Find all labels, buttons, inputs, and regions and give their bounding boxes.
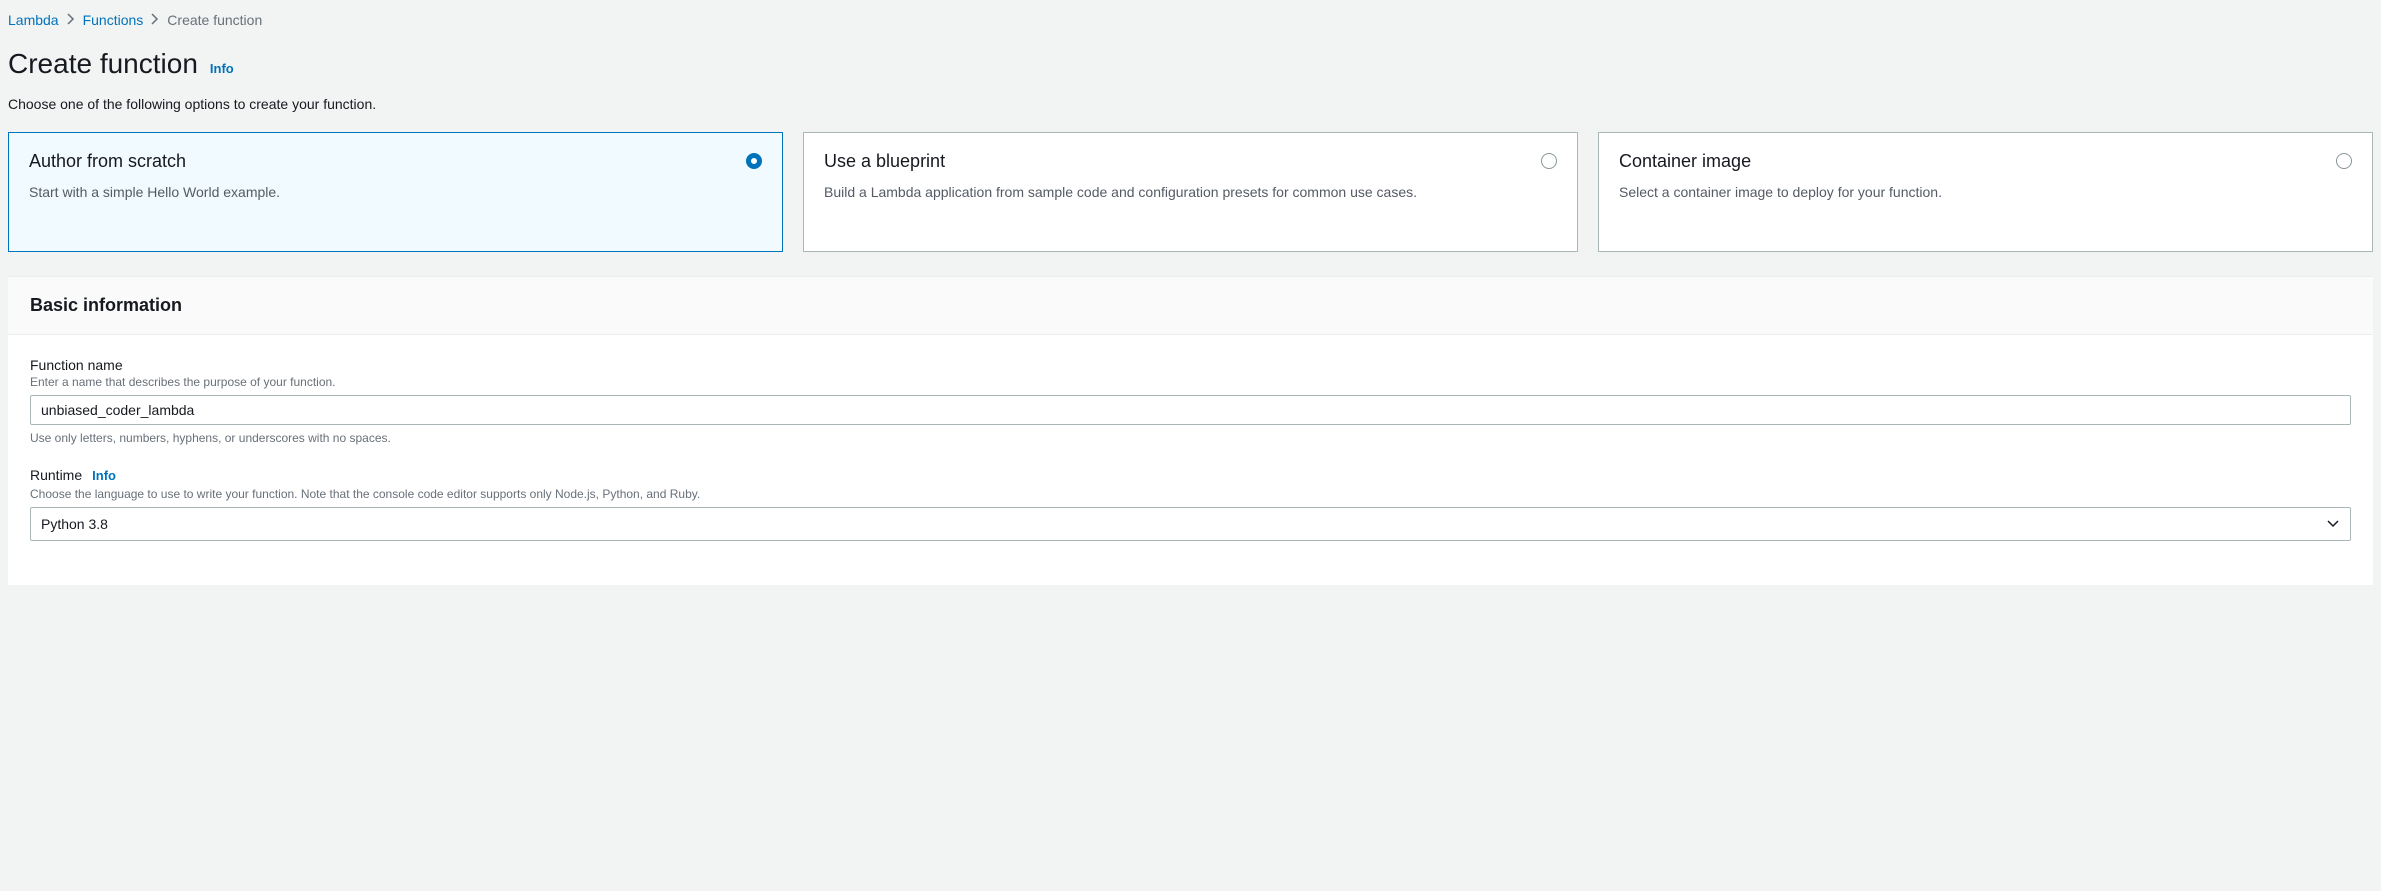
basic-info-panel: Basic information Function name Enter a … [8,276,2373,585]
option-title: Container image [1619,151,2352,172]
runtime-hint: Choose the language to use to write your… [30,487,2351,501]
page-subtitle: Choose one of the following options to c… [8,96,2373,112]
option-desc: Start with a simple Hello World example. [29,182,762,203]
radio-icon [1541,153,1557,169]
radio-icon [746,153,762,169]
option-title: Author from scratch [29,151,762,172]
info-link[interactable]: Info [210,61,234,76]
option-desc: Select a container image to deploy for y… [1619,182,2352,203]
panel-title: Basic information [30,295,2351,316]
panel-body: Function name Enter a name that describe… [8,335,2373,585]
chevron-right-icon [151,12,159,28]
function-name-input[interactable] [30,395,2351,425]
runtime-group: Runtime Info Choose the language to use … [30,467,2351,541]
breadcrumb-current: Create function [167,12,262,28]
option-cards: Author from scratch Start with a simple … [0,132,2381,276]
breadcrumb: Lambda Functions Create function [0,0,2381,40]
radio-icon [2336,153,2352,169]
breadcrumb-functions[interactable]: Functions [83,12,144,28]
runtime-label: Runtime [30,467,82,483]
runtime-info-link[interactable]: Info [92,468,116,483]
function-name-label: Function name [30,357,2351,373]
function-name-help: Use only letters, numbers, hyphens, or u… [30,431,2351,445]
option-container-image[interactable]: Container image Select a container image… [1598,132,2373,252]
function-name-hint: Enter a name that describes the purpose … [30,375,2351,389]
function-name-group: Function name Enter a name that describe… [30,357,2351,445]
panel-header: Basic information [8,277,2373,335]
runtime-select[interactable]: Python 3.8 [30,507,2351,541]
breadcrumb-lambda[interactable]: Lambda [8,12,59,28]
page-title: Create function [8,48,198,80]
option-desc: Build a Lambda application from sample c… [824,182,1557,203]
option-author-from-scratch[interactable]: Author from scratch Start with a simple … [8,132,783,252]
chevron-right-icon [67,12,75,28]
option-use-blueprint[interactable]: Use a blueprint Build a Lambda applicati… [803,132,1578,252]
option-title: Use a blueprint [824,151,1557,172]
page-header: Create function Info Choose one of the f… [0,40,2381,132]
